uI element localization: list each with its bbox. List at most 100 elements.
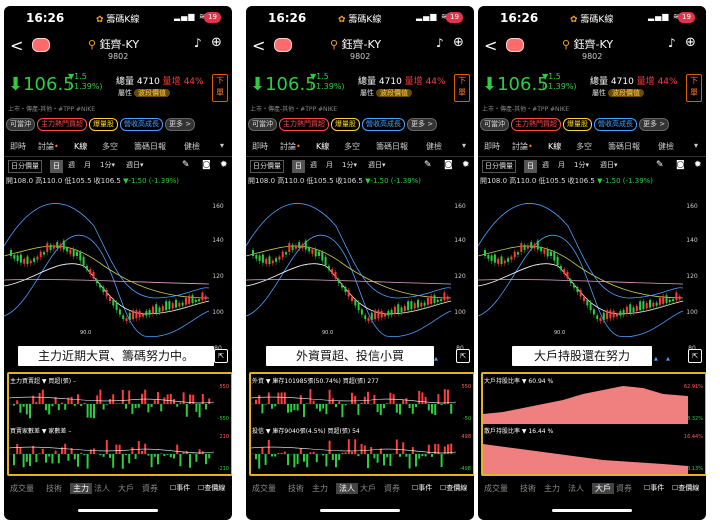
gear-icon[interactable]: ✹ xyxy=(220,160,228,170)
bottom-tab-technical[interactable]: 技術 xyxy=(46,483,62,494)
indicator-2-label[interactable]: 買賣家數差 ▼ 家數差 – xyxy=(10,426,71,435)
attribute-badge[interactable]: 波段價值 xyxy=(134,89,170,97)
back-arrow-icon[interactable]: < xyxy=(10,36,23,55)
tabs-dropdown-icon[interactable]: ▾ xyxy=(694,141,698,150)
bottom-tab-major-holders[interactable]: 大戶 xyxy=(360,483,376,494)
tab-discussion[interactable]: 討論• xyxy=(280,141,301,152)
bottom-tab-technical[interactable]: 技術 xyxy=(520,483,536,494)
avatar[interactable] xyxy=(32,38,50,52)
bell-icon[interactable]: ♪ xyxy=(668,36,676,50)
bottom-tab-margin[interactable]: 資券 xyxy=(142,483,158,494)
pill-more[interactable]: 更多 > xyxy=(407,118,438,131)
tab-long-short[interactable]: 多空 xyxy=(576,141,592,152)
tab-realtime[interactable]: 即時 xyxy=(10,141,26,152)
pill-more[interactable]: 更多 > xyxy=(165,118,196,131)
bottom-tab-margin[interactable]: 資券 xyxy=(384,483,400,494)
pill-volume-surge[interactable]: 爆量股 xyxy=(89,118,118,131)
bottom-tab-major-holders[interactable]: 大戶 xyxy=(118,483,134,494)
tabs-dropdown-icon[interactable]: ▾ xyxy=(462,141,466,150)
draw-icon[interactable]: ✎ xyxy=(182,160,190,170)
gear-icon[interactable]: ✹ xyxy=(462,160,470,170)
pill-volume-surge[interactable]: 爆量股 xyxy=(331,118,360,131)
pill-day-trade[interactable]: 可當沖 xyxy=(6,118,35,131)
avatar[interactable] xyxy=(274,38,292,52)
pill-main-force[interactable]: 主力熱門買超 xyxy=(511,118,561,131)
stock-name[interactable]: ⚲ 鈺齊-KY xyxy=(330,36,381,52)
tab-long-short[interactable]: 多空 xyxy=(102,141,118,152)
stock-name[interactable]: ⚲ 鈺齊-KY xyxy=(88,36,139,52)
avatar[interactable] xyxy=(506,38,524,52)
pill-main-force[interactable]: 主力熱門買超 xyxy=(279,118,329,131)
add-icon[interactable]: ⊕ xyxy=(211,35,222,50)
tab-chip-report[interactable]: 籌碼日報 xyxy=(134,141,166,152)
price-line-checkbox[interactable]: ☐查價線 xyxy=(672,483,699,493)
bottom-tab-main-force[interactable]: 主力 xyxy=(70,483,92,494)
tab-health[interactable]: 健檢 xyxy=(658,141,674,152)
indicator-1-label[interactable]: 大戶持股比率 ▼ 60.94 % xyxy=(484,376,553,385)
pill-day-trade[interactable]: 可當沖 xyxy=(480,118,509,131)
candlestick-chart[interactable]: 1601401201008090.0▲▲ xyxy=(246,186,474,361)
period-week[interactable]: 週 xyxy=(540,160,551,171)
order-button[interactable]: 下單 xyxy=(454,74,470,102)
fullscreen-icon[interactable]: ⇱ xyxy=(456,349,470,363)
bottom-tab-major-holders[interactable]: 大戶 xyxy=(592,483,614,494)
camera-icon[interactable]: ◙ xyxy=(444,160,453,170)
bell-icon[interactable]: ♪ xyxy=(436,36,444,50)
period-minute[interactable]: 1分▾ xyxy=(572,160,591,171)
bottom-tab-volume[interactable]: 成交量 xyxy=(484,483,508,494)
bottom-tab-volume[interactable]: 成交量 xyxy=(10,483,34,494)
indicator-1-label[interactable]: 外資 ▼ 庫存101985張(50.74%) 買超(張) 277 xyxy=(252,376,379,385)
pill-volume-surge[interactable]: 爆量股 xyxy=(563,118,592,131)
attribute-badge[interactable]: 波段價值 xyxy=(376,89,412,97)
price-line-checkbox[interactable]: ☐查價線 xyxy=(198,483,225,493)
bell-icon[interactable]: ♪ xyxy=(194,36,202,50)
tab-health[interactable]: 健檢 xyxy=(184,141,200,152)
tab-kline[interactable]: K線 xyxy=(548,141,561,152)
period-week[interactable]: 週 xyxy=(66,160,77,171)
bottom-tab-institutional[interactable]: 法人 xyxy=(568,483,584,494)
pill-revenue-growth[interactable]: 營收高成長 xyxy=(362,118,405,131)
tab-chip-report[interactable]: 籌碼日報 xyxy=(376,141,408,152)
indicator-2-label[interactable]: 散戶持股比率 ▼ 16.44 % xyxy=(484,426,553,435)
draw-icon[interactable]: ✎ xyxy=(656,160,664,170)
bottom-tab-institutional[interactable]: 法人 xyxy=(94,483,110,494)
event-checkbox[interactable]: ☐事件 xyxy=(644,483,664,493)
period-day[interactable]: 日 xyxy=(524,160,537,173)
bottom-tab-main-force[interactable]: 主力 xyxy=(544,483,560,494)
period-month[interactable]: 月 xyxy=(324,160,335,171)
tab-discussion[interactable]: 討論• xyxy=(38,141,59,152)
bottom-tab-institutional[interactable]: 法人 xyxy=(336,483,358,494)
bottom-tab-volume[interactable]: 成交量 xyxy=(252,483,276,494)
period-week-day[interactable]: 週日▾ xyxy=(124,160,146,171)
bottom-tab-main-force[interactable]: 主力 xyxy=(312,483,328,494)
bottom-tab-technical[interactable]: 技術 xyxy=(288,483,304,494)
period-month[interactable]: 月 xyxy=(556,160,567,171)
draw-icon[interactable]: ✎ xyxy=(424,160,432,170)
tabs-dropdown-icon[interactable]: ▾ xyxy=(220,141,224,150)
fullscreen-icon[interactable]: ⇱ xyxy=(688,349,702,363)
tab-health[interactable]: 健檢 xyxy=(426,141,442,152)
order-button[interactable]: 下單 xyxy=(686,74,702,102)
order-button[interactable]: 下單 xyxy=(212,74,228,102)
period-daily-volume[interactable]: 日分價量 xyxy=(482,160,516,173)
candlestick-chart[interactable]: 1601401201008090.0▲▲ xyxy=(4,186,232,361)
camera-icon[interactable]: ◙ xyxy=(202,160,211,170)
period-day[interactable]: 日 xyxy=(292,160,305,173)
attribute-badge[interactable]: 波段價值 xyxy=(608,89,644,97)
period-minute[interactable]: 1分▾ xyxy=(340,160,359,171)
add-icon[interactable]: ⊕ xyxy=(685,35,696,50)
period-month[interactable]: 月 xyxy=(82,160,93,171)
event-checkbox[interactable]: ☐事件 xyxy=(412,483,432,493)
back-arrow-icon[interactable]: < xyxy=(252,36,265,55)
candlestick-chart[interactable]: 1601401201008090.0▲▲ xyxy=(478,186,706,361)
add-icon[interactable]: ⊕ xyxy=(453,35,464,50)
pill-main-force[interactable]: 主力熱門買超 xyxy=(37,118,87,131)
tab-long-short[interactable]: 多空 xyxy=(344,141,360,152)
tab-realtime[interactable]: 即時 xyxy=(252,141,268,152)
period-daily-volume[interactable]: 日分價量 xyxy=(250,160,284,173)
indicator-2-label[interactable]: 投信 ▼ 庫存9040張(4.5%) 買超(張) 54 xyxy=(252,426,360,435)
gear-icon[interactable]: ✹ xyxy=(694,160,702,170)
pill-revenue-growth[interactable]: 營收高成長 xyxy=(120,118,163,131)
period-week-day[interactable]: 週日▾ xyxy=(366,160,388,171)
bottom-tab-margin[interactable]: 資券 xyxy=(616,483,632,494)
